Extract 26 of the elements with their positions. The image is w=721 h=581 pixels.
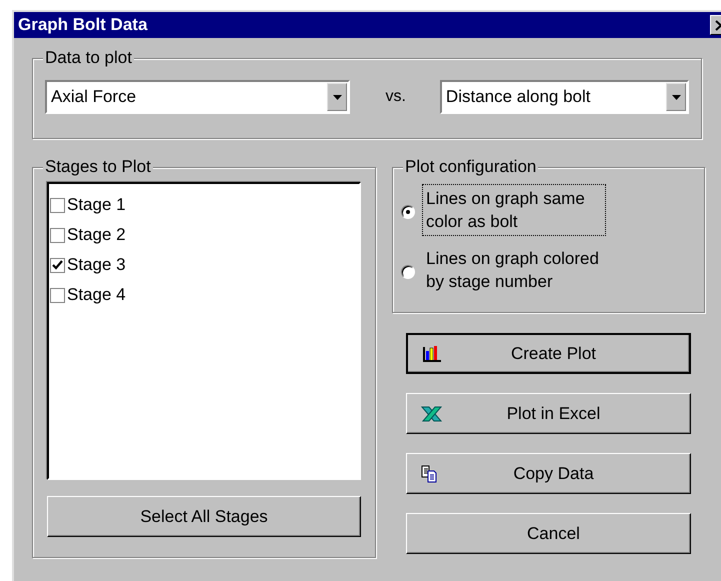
bar-chart-icon — [422, 344, 442, 362]
group-title: Plot configuration — [403, 157, 538, 177]
checkbox — [50, 198, 65, 212]
group-title: Stages to Plot — [43, 157, 153, 177]
stage-checkbox[interactable]: Stage 4 — [49, 280, 359, 310]
radio-button[interactable] — [401, 205, 415, 219]
group-title: Data to plot — [43, 48, 134, 68]
radio-label: Lines on graph same color as bolt — [422, 184, 606, 236]
vs-label: vs. — [385, 88, 406, 106]
checkbox — [50, 258, 65, 272]
dropdown[interactable]: Distance along bolt — [440, 80, 689, 114]
dropdown[interactable]: Axial Force — [45, 80, 350, 114]
action-button[interactable]: Plot in Excel — [406, 393, 691, 434]
action-button[interactable]: Copy Data — [406, 453, 691, 494]
window-title: Graph Bolt Data — [18, 15, 148, 35]
action-button[interactable]: Cancel — [406, 513, 691, 554]
checkbox — [50, 228, 65, 242]
select-all-button[interactable]: Select All Stages — [47, 496, 361, 537]
stage-checkbox[interactable]: Stage 2 — [49, 220, 359, 250]
action-button[interactable]: Create Plot — [406, 333, 691, 374]
radio-button[interactable] — [401, 265, 415, 279]
radio-label: Lines on graph colored by stage number — [425, 248, 600, 293]
stage-checkbox[interactable]: Stage 3 — [49, 250, 359, 280]
x-logo-icon — [421, 406, 443, 422]
stage-checkbox[interactable]: Stage 1 — [49, 190, 359, 220]
checkbox — [50, 288, 65, 302]
